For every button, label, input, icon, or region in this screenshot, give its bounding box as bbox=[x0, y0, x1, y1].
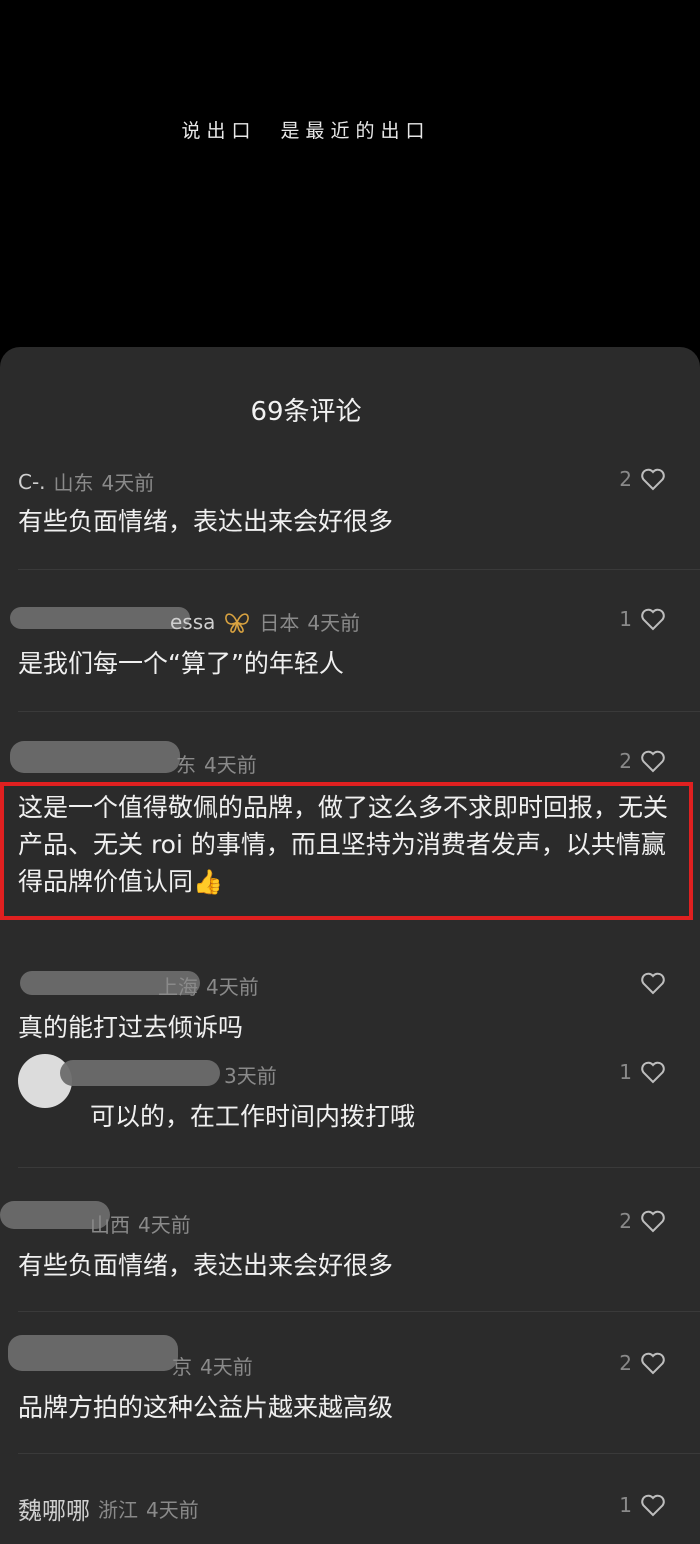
highlight-box bbox=[0, 782, 693, 920]
like-count: 2 bbox=[619, 1351, 632, 1375]
comment-region: 浙江 bbox=[98, 1498, 138, 1522]
like-count: 1 bbox=[619, 1060, 632, 1084]
comment-region: 山东 bbox=[53, 471, 94, 495]
like-count: 2 bbox=[619, 467, 632, 491]
comment-meta: 上海 4天前 bbox=[158, 971, 259, 1000]
comment-username[interactable]: C-. bbox=[18, 470, 46, 494]
comment-text: 是我们每一个“算了”的年轻人 bbox=[18, 649, 344, 678]
comment-meta: 魏哪哪 浙江 4天前 bbox=[18, 1491, 199, 1526]
comment-time: 4天前 bbox=[200, 1355, 253, 1379]
comments-sheet: 69条评论 C-. 山东 4天前 2 有些负面情绪，表达出来会好很多 essa … bbox=[0, 347, 700, 1544]
comment-region: 山西 bbox=[90, 1213, 130, 1237]
comment-text: 真的能打过去倾诉吗 bbox=[18, 1013, 244, 1042]
like-count: 2 bbox=[619, 1209, 632, 1233]
comments-count-title: 69条评论 bbox=[250, 397, 362, 427]
comment-text: 有些负面情绪，表达出来会好很多 bbox=[18, 507, 394, 536]
like-count: 1 bbox=[619, 607, 632, 631]
comment-meta: 山西 4天前 bbox=[90, 1209, 191, 1238]
redaction-smear bbox=[10, 607, 190, 629]
like-button[interactable]: 1 bbox=[619, 607, 666, 631]
heart-outline-icon bbox=[641, 1494, 665, 1517]
comment-time: 4天前 bbox=[101, 471, 155, 495]
heart-outline-icon bbox=[641, 1210, 665, 1233]
heart-outline-icon bbox=[641, 1352, 665, 1375]
divider bbox=[18, 1453, 700, 1454]
comment-text: 可以的，在工作时间内拨打哦 bbox=[90, 1102, 416, 1131]
comment-meta: 京 4天前 bbox=[172, 1351, 253, 1380]
like-button[interactable]: 1 bbox=[619, 1493, 666, 1517]
comment-region: 日本 bbox=[259, 611, 300, 635]
divider bbox=[18, 1167, 700, 1168]
video-caption: 说出口 是最近的出口 bbox=[181, 120, 431, 142]
like-button[interactable]: 1 bbox=[619, 1060, 666, 1084]
heart-outline-icon bbox=[641, 750, 665, 773]
divider bbox=[18, 1311, 700, 1312]
like-button[interactable] bbox=[640, 971, 666, 995]
like-count: 1 bbox=[619, 1493, 632, 1517]
comment-time: 4天前 bbox=[204, 753, 257, 777]
like-button[interactable]: 2 bbox=[619, 1209, 666, 1233]
heart-outline-icon bbox=[641, 1061, 665, 1084]
like-button[interactable]: 2 bbox=[619, 467, 666, 491]
comment-region: 京 bbox=[172, 1355, 192, 1379]
comment-region: 东 bbox=[176, 753, 196, 777]
redaction-smear bbox=[60, 1060, 220, 1086]
like-count: 2 bbox=[619, 749, 632, 773]
comment-username[interactable]: 魏哪哪 bbox=[18, 1491, 90, 1526]
divider bbox=[18, 569, 700, 570]
like-button[interactable]: 2 bbox=[619, 1351, 666, 1375]
comment-time: 4天前 bbox=[206, 975, 259, 999]
heart-outline-icon bbox=[641, 468, 665, 491]
divider bbox=[18, 711, 700, 712]
comment-region: 上海 bbox=[158, 975, 198, 999]
comment-time: 4天前 bbox=[307, 611, 361, 635]
redaction-smear bbox=[10, 741, 180, 773]
comment-meta: essa 日本 4天前 bbox=[170, 607, 360, 636]
comment-meta: C-. 山东 4天前 bbox=[18, 467, 154, 496]
comment-meta: 东 4天前 bbox=[176, 749, 257, 778]
butterfly-badge-icon bbox=[225, 612, 250, 633]
comment-username[interactable]: essa bbox=[170, 610, 215, 634]
video-area[interactable]: 说出口 是最近的出口 bbox=[0, 0, 700, 352]
comment-text: 有些负面情绪，表达出来会好很多 bbox=[18, 1251, 394, 1280]
comment-text: 品牌方拍的这种公益片越来越高级 bbox=[18, 1393, 394, 1422]
comment-meta: 3天前 bbox=[224, 1060, 277, 1089]
comment-time: 4天前 bbox=[138, 1213, 191, 1237]
redaction-smear bbox=[8, 1335, 178, 1371]
comment-time: 3天前 bbox=[224, 1064, 277, 1088]
like-button[interactable]: 2 bbox=[619, 749, 666, 773]
comment-time: 4天前 bbox=[146, 1498, 199, 1522]
heart-outline-icon bbox=[641, 608, 665, 631]
heart-outline-icon bbox=[641, 972, 665, 995]
